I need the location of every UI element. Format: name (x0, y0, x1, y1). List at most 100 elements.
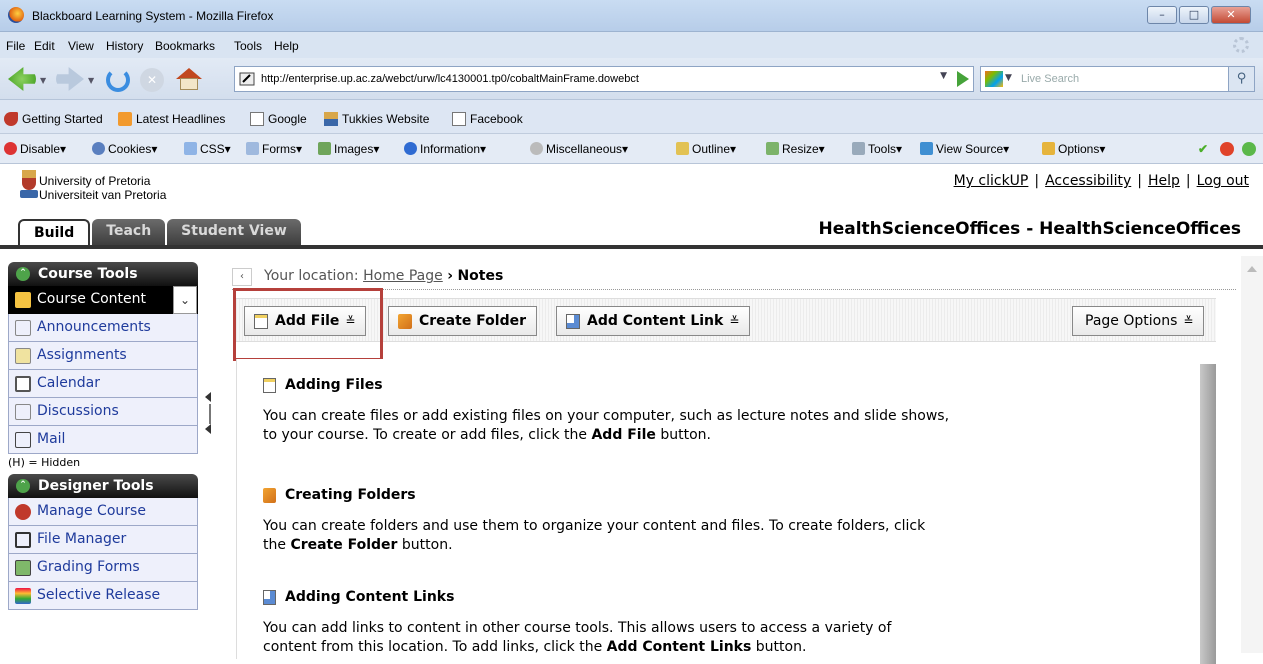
search-icon[interactable]: ⚲ (1228, 67, 1254, 91)
page-options-button[interactable]: Page Options ≚ (1072, 306, 1205, 336)
course-tools-header[interactable]: ⌃ Course Tools (8, 262, 198, 286)
collapse-left-icon[interactable] (205, 392, 211, 402)
sidebar-item-mail[interactable]: Mail (8, 426, 198, 454)
menu-file[interactable]: File (6, 39, 25, 53)
back-history-dropdown-icon[interactable]: ▼ (40, 76, 46, 85)
sidebar: ⌃ Course Tools Course Content ⌄ Announce… (8, 262, 198, 610)
assignments-icon (15, 348, 31, 364)
bookmark-latest-headlines[interactable]: Latest Headlines (118, 112, 225, 126)
firefox-icon (8, 7, 24, 23)
options-icon (1042, 142, 1055, 155)
error-status-icon[interactable] (1220, 142, 1234, 156)
breadcrumb-home-link[interactable]: Home Page (363, 268, 443, 284)
close-button[interactable]: ✕ (1211, 6, 1251, 24)
bookmark-tukkies-website[interactable]: Tukkies Website (324, 112, 429, 126)
wd-miscellaneous[interactable]: Miscellaneous▾ (530, 142, 628, 156)
content-link-icon (566, 314, 580, 329)
menu-tools[interactable]: Tools (234, 39, 262, 53)
window-titlebar: Blackboard Learning System - Mozilla Fir… (0, 0, 1263, 32)
wd-outline[interactable]: Outline▾ (676, 142, 736, 156)
mail-icon (15, 432, 31, 448)
accessibility-link[interactable]: Accessibility (1045, 173, 1131, 189)
adding-files-section: Adding Files You can create files or add… (263, 377, 950, 443)
information-icon (404, 142, 417, 155)
menu-edit[interactable]: Edit (34, 39, 55, 53)
search-engine-icon[interactable] (985, 71, 1003, 87)
maximize-button[interactable]: □ (1179, 6, 1209, 24)
back-button[interactable] (8, 67, 36, 91)
menu-help[interactable]: Help (274, 39, 299, 53)
bookmark-google[interactable]: Google (250, 112, 307, 126)
url-text[interactable]: http://enterprise.up.ac.za/webct/urw/lc4… (261, 73, 639, 85)
tab-teach[interactable]: Teach (92, 219, 166, 245)
wd-css[interactable]: CSS▾ (184, 142, 231, 156)
scroll-up-icon[interactable] (1247, 266, 1257, 272)
create-folder-button[interactable]: Create Folder (388, 306, 538, 336)
breadcrumb-current: Notes (457, 268, 504, 284)
tab-student-view[interactable]: Student View (167, 219, 301, 245)
url-dropdown-icon[interactable]: ▼ (940, 71, 947, 81)
course-title: HealthScienceOffices - HealthScienceOffi… (818, 219, 1241, 239)
home-icon (15, 292, 31, 308)
announcements-icon (15, 320, 31, 336)
wd-disable[interactable]: Disable▾ (4, 142, 66, 156)
my-clickup-link[interactable]: My clickUP (954, 173, 1029, 189)
page-scrollbar[interactable] (1241, 256, 1263, 653)
menu-history[interactable]: History (106, 39, 143, 53)
wd-cookies[interactable]: Cookies▾ (92, 142, 157, 156)
sidebar-item-grading-forms[interactable]: Grading Forms (8, 554, 198, 582)
search-engine-dropdown-icon[interactable]: ▼ (1005, 73, 1012, 83)
tab-build[interactable]: Build (18, 219, 91, 245)
resize-icon (766, 142, 779, 155)
expand-chevron-icon[interactable]: ⌄ (173, 286, 197, 314)
bookmark-facebook[interactable]: Facebook (452, 112, 523, 126)
menubar: File Edit View History Bookmarks Tools H… (0, 32, 1263, 58)
manage-course-icon (15, 504, 31, 520)
wd-images[interactable]: Images▾ (318, 142, 379, 156)
wd-options[interactable]: Options▾ (1042, 142, 1105, 156)
wd-view-source[interactable]: View Source▾ (920, 142, 1009, 156)
collapse-chevron-icon[interactable]: ⌃ (16, 479, 30, 493)
stop-button[interactable]: ✕ (140, 68, 164, 92)
designer-tools-header[interactable]: ⌃ Designer Tools (8, 474, 198, 498)
wd-forms[interactable]: Forms▾ (246, 142, 302, 156)
forward-button[interactable] (56, 67, 84, 91)
url-bar[interactable]: http://enterprise.up.ac.za/webct/urw/lc4… (234, 66, 974, 92)
menu-bookmarks[interactable]: Bookmarks (155, 39, 215, 53)
minimize-button[interactable]: – (1147, 6, 1177, 24)
go-button[interactable] (957, 71, 969, 87)
log-out-link[interactable]: Log out (1197, 173, 1249, 189)
ok-status-icon[interactable] (1242, 142, 1256, 156)
throbber-icon (1233, 37, 1249, 53)
forward-history-dropdown-icon[interactable]: ▼ (88, 76, 94, 85)
breadcrumb-back-icon[interactable]: ‹ (232, 268, 252, 286)
valid-css-check-icon[interactable]: ✔ (1198, 142, 1212, 156)
university-name-af: Universiteit van Pretoria (39, 188, 167, 202)
sidebar-item-assignments[interactable]: Assignments (8, 342, 198, 370)
sidebar-item-discussions[interactable]: Discussions (8, 398, 198, 426)
sidebar-item-calendar[interactable]: Calendar (8, 370, 198, 398)
wd-tools[interactable]: Tools▾ (852, 142, 902, 156)
collapse-sidebar-handle[interactable] (205, 392, 215, 452)
search-box[interactable]: ▼ Live Search ⚲ (980, 66, 1255, 92)
sidebar-item-selective-release[interactable]: Selective Release (8, 582, 198, 610)
collapse-left-icon[interactable] (205, 424, 211, 434)
rss-icon (118, 112, 132, 126)
sidebar-item-file-manager[interactable]: File Manager (8, 526, 198, 554)
sidebar-item-course-content[interactable]: Course Content ⌄ (8, 286, 198, 314)
sidebar-item-announcements[interactable]: Announcements (8, 314, 198, 342)
bookmark-getting-started[interactable]: Getting Started (4, 112, 103, 126)
cookies-icon (92, 142, 105, 155)
home-button[interactable] (176, 68, 202, 90)
wd-information[interactable]: Information▾ (404, 142, 486, 156)
university-logo-icon (20, 170, 38, 200)
content-toolbar: Add File ≚ Create Folder Add Content Link… (236, 298, 1216, 342)
collapse-chevron-icon[interactable]: ⌃ (16, 267, 30, 281)
wd-resize[interactable]: Resize▾ (766, 142, 825, 156)
search-input[interactable]: Live Search (1021, 73, 1079, 85)
sidebar-item-manage-course[interactable]: Manage Course (8, 498, 198, 526)
help-link[interactable]: Help (1148, 173, 1180, 189)
reload-button[interactable] (106, 68, 130, 92)
menu-view[interactable]: View (68, 39, 94, 53)
add-content-link-button[interactable]: Add Content Link ≚ (556, 306, 751, 336)
